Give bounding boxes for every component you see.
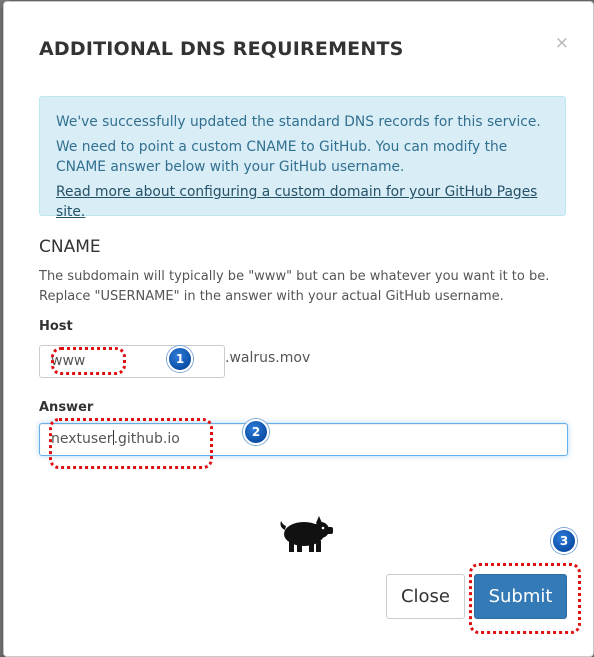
answer-label: Answer [39,400,94,415]
pig-icon [280,516,333,552]
submit-callout [469,563,581,634]
modal-title: ADDITIONAL DNS REQUIREMENTS [39,38,404,60]
info-success-text: We've successfully updated the standard … [56,114,541,130]
modal-header: ADDITIONAL DNS REQUIREMENTS × [4,2,593,95]
step-badge-3: 3 [551,528,577,554]
cname-section-title: CNAME [39,237,101,257]
dns-requirements-modal: ADDITIONAL DNS REQUIREMENTS × We've succ… [3,1,594,657]
info-alert: We've successfully updated the standard … [39,96,566,220]
host-label: Host [39,319,73,334]
step-badge-2: 2 [243,419,269,445]
close-icon[interactable]: × [555,35,569,52]
info-cname-text: We need to point a custom CNAME to GitHu… [56,139,508,175]
answer-callout [49,418,213,469]
close-button[interactable]: Close [386,574,465,619]
github-pages-help-link[interactable]: Read more about configuring a custom dom… [56,182,549,222]
step-badge-1: 1 [167,346,193,372]
host-domain-suffix: .walrus.mov [225,350,311,366]
host-callout [51,347,126,375]
cname-description: The subdomain will typically be "www" bu… [39,269,550,304]
